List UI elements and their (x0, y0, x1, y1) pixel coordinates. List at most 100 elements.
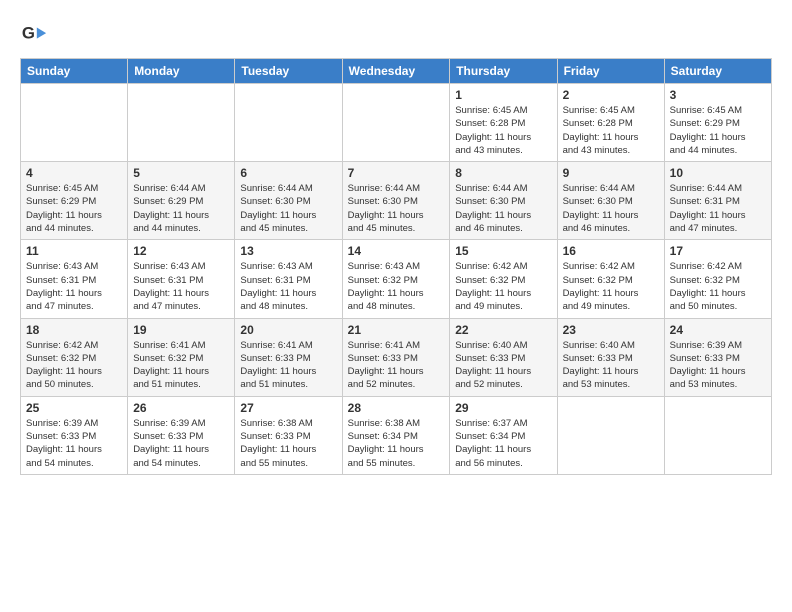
day-info: Sunrise: 6:38 AM Sunset: 6:34 PM Dayligh… (348, 417, 445, 470)
calendar-week-4: 18 Sunrise: 6:42 AM Sunset: 6:32 PM Dayli… (21, 318, 772, 396)
day-number: 10 (670, 166, 766, 180)
calendar-cell: 25 Sunrise: 6:39 AM Sunset: 6:33 PM Dayli… (21, 396, 128, 474)
day-number: 14 (348, 244, 445, 258)
day-number: 8 (455, 166, 551, 180)
day-info: Sunrise: 6:43 AM Sunset: 6:32 PM Dayligh… (348, 260, 445, 313)
day-number: 5 (133, 166, 229, 180)
calendar-cell (664, 396, 771, 474)
calendar-header-wednesday: Wednesday (342, 59, 450, 84)
day-number: 13 (240, 244, 336, 258)
calendar-cell: 11Sunrise: 6:43 AM Sunset: 6:31 PM Dayli… (21, 240, 128, 318)
day-number: 7 (348, 166, 445, 180)
calendar-cell: 6 Sunrise: 6:44 AM Sunset: 6:30 PM Daylig… (235, 162, 342, 240)
calendar-cell: 22 Sunrise: 6:40 AM Sunset: 6:33 PM Dayli… (450, 318, 557, 396)
day-number: 20 (240, 323, 336, 337)
day-number: 6 (240, 166, 336, 180)
day-info: Sunrise: 6:44 AM Sunset: 6:30 PM Dayligh… (563, 182, 659, 235)
day-info: Sunrise: 6:44 AM Sunset: 6:30 PM Dayligh… (348, 182, 445, 235)
day-info: Sunrise: 6:40 AM Sunset: 6:33 PM Dayligh… (563, 339, 659, 392)
day-number: 28 (348, 401, 445, 415)
day-info: Sunrise: 6:39 AM Sunset: 6:33 PM Dayligh… (26, 417, 122, 470)
day-number: 9 (563, 166, 659, 180)
calendar-header-monday: Monday (128, 59, 235, 84)
calendar-cell (342, 84, 450, 162)
day-info: Sunrise: 6:44 AM Sunset: 6:29 PM Dayligh… (133, 182, 229, 235)
calendar-cell: 17 Sunrise: 6:42 AM Sunset: 6:32 PM Dayli… (664, 240, 771, 318)
day-number: 27 (240, 401, 336, 415)
svg-text:G: G (22, 24, 35, 43)
calendar-cell: 7 Sunrise: 6:44 AM Sunset: 6:30 PM Daylig… (342, 162, 450, 240)
day-number: 2 (563, 88, 659, 102)
calendar-cell (557, 396, 664, 474)
day-info: Sunrise: 6:42 AM Sunset: 6:32 PM Dayligh… (563, 260, 659, 313)
day-number: 16 (563, 244, 659, 258)
day-number: 11 (26, 244, 122, 258)
calendar-cell (21, 84, 128, 162)
calendar-cell: 8 Sunrise: 6:44 AM Sunset: 6:30 PM Daylig… (450, 162, 557, 240)
calendar-week-5: 25 Sunrise: 6:39 AM Sunset: 6:33 PM Dayli… (21, 396, 772, 474)
logo: G (20, 20, 52, 48)
calendar-table: SundayMondayTuesdayWednesdayThursdayFrid… (20, 58, 772, 475)
logo-icon: G (20, 20, 48, 48)
day-info: Sunrise: 6:44 AM Sunset: 6:30 PM Dayligh… (455, 182, 551, 235)
calendar-cell: 9 Sunrise: 6:44 AM Sunset: 6:30 PM Daylig… (557, 162, 664, 240)
calendar-cell: 3Sunrise: 6:45 AM Sunset: 6:29 PM Daylig… (664, 84, 771, 162)
day-info: Sunrise: 6:39 AM Sunset: 6:33 PM Dayligh… (133, 417, 229, 470)
day-number: 19 (133, 323, 229, 337)
day-info: Sunrise: 6:43 AM Sunset: 6:31 PM Dayligh… (133, 260, 229, 313)
calendar-cell: 1Sunrise: 6:45 AM Sunset: 6:28 PM Daylig… (450, 84, 557, 162)
day-info: Sunrise: 6:45 AM Sunset: 6:29 PM Dayligh… (26, 182, 122, 235)
calendar-week-1: 1Sunrise: 6:45 AM Sunset: 6:28 PM Daylig… (21, 84, 772, 162)
day-info: Sunrise: 6:39 AM Sunset: 6:33 PM Dayligh… (670, 339, 766, 392)
day-info: Sunrise: 6:44 AM Sunset: 6:30 PM Dayligh… (240, 182, 336, 235)
calendar-cell: 2 Sunrise: 6:45 AM Sunset: 6:28 PM Daylig… (557, 84, 664, 162)
day-info: Sunrise: 6:43 AM Sunset: 6:31 PM Dayligh… (240, 260, 336, 313)
day-number: 26 (133, 401, 229, 415)
calendar-cell: 29 Sunrise: 6:37 AM Sunset: 6:34 PM Dayli… (450, 396, 557, 474)
day-info: Sunrise: 6:41 AM Sunset: 6:33 PM Dayligh… (240, 339, 336, 392)
calendar-header-row: SundayMondayTuesdayWednesdayThursdayFrid… (21, 59, 772, 84)
calendar-cell: 12 Sunrise: 6:43 AM Sunset: 6:31 PM Dayli… (128, 240, 235, 318)
day-info: Sunrise: 6:38 AM Sunset: 6:33 PM Dayligh… (240, 417, 336, 470)
calendar-cell: 13 Sunrise: 6:43 AM Sunset: 6:31 PM Dayli… (235, 240, 342, 318)
calendar-cell (128, 84, 235, 162)
calendar-cell (235, 84, 342, 162)
day-number: 29 (455, 401, 551, 415)
day-info: Sunrise: 6:40 AM Sunset: 6:33 PM Dayligh… (455, 339, 551, 392)
day-info: Sunrise: 6:42 AM Sunset: 6:32 PM Dayligh… (26, 339, 122, 392)
day-number: 22 (455, 323, 551, 337)
calendar-week-2: 4 Sunrise: 6:45 AM Sunset: 6:29 PM Daylig… (21, 162, 772, 240)
calendar-cell: 23 Sunrise: 6:40 AM Sunset: 6:33 PM Dayli… (557, 318, 664, 396)
day-number: 21 (348, 323, 445, 337)
day-info: Sunrise: 6:37 AM Sunset: 6:34 PM Dayligh… (455, 417, 551, 470)
day-info: Sunrise: 6:45 AM Sunset: 6:28 PM Dayligh… (455, 104, 551, 157)
calendar-header-sunday: Sunday (21, 59, 128, 84)
day-info: Sunrise: 6:42 AM Sunset: 6:32 PM Dayligh… (670, 260, 766, 313)
day-info: Sunrise: 6:41 AM Sunset: 6:32 PM Dayligh… (133, 339, 229, 392)
page-header: G (20, 20, 772, 48)
day-number: 12 (133, 244, 229, 258)
day-number: 3 (670, 88, 766, 102)
day-number: 15 (455, 244, 551, 258)
day-number: 17 (670, 244, 766, 258)
calendar-cell: 24Sunrise: 6:39 AM Sunset: 6:33 PM Dayli… (664, 318, 771, 396)
day-number: 18 (26, 323, 122, 337)
day-info: Sunrise: 6:42 AM Sunset: 6:32 PM Dayligh… (455, 260, 551, 313)
calendar-week-3: 11 Sunrise: 6:43 AM Sunset: 6:31 PM Dayli… (21, 240, 772, 318)
calendar-cell: 14 Sunrise: 6:43 AM Sunset: 6:32 PM Dayli… (342, 240, 450, 318)
calendar-header-tuesday: Tuesday (235, 59, 342, 84)
day-number: 25 (26, 401, 122, 415)
calendar-cell: 28 Sunrise: 6:38 AM Sunset: 6:34 PM Dayli… (342, 396, 450, 474)
calendar-header-friday: Friday (557, 59, 664, 84)
day-info: Sunrise: 6:45 AM Sunset: 6:28 PM Dayligh… (563, 104, 659, 157)
calendar-cell: 27 Sunrise: 6:38 AM Sunset: 6:33 PM Dayli… (235, 396, 342, 474)
calendar-cell: 15 Sunrise: 6:42 AM Sunset: 6:32 PM Dayli… (450, 240, 557, 318)
day-info: Sunrise: 6:44 AM Sunset: 6:31 PM Dayligh… (670, 182, 766, 235)
calendar-cell: 19 Sunrise: 6:41 AM Sunset: 6:32 PM Dayli… (128, 318, 235, 396)
calendar-cell: 16 Sunrise: 6:42 AM Sunset: 6:32 PM Dayli… (557, 240, 664, 318)
calendar-cell: 10 Sunrise: 6:44 AM Sunset: 6:31 PM Dayli… (664, 162, 771, 240)
day-number: 4 (26, 166, 122, 180)
day-number: 23 (563, 323, 659, 337)
day-info: Sunrise: 6:41 AM Sunset: 6:33 PM Dayligh… (348, 339, 445, 392)
calendar-cell: 21 Sunrise: 6:41 AM Sunset: 6:33 PM Dayli… (342, 318, 450, 396)
